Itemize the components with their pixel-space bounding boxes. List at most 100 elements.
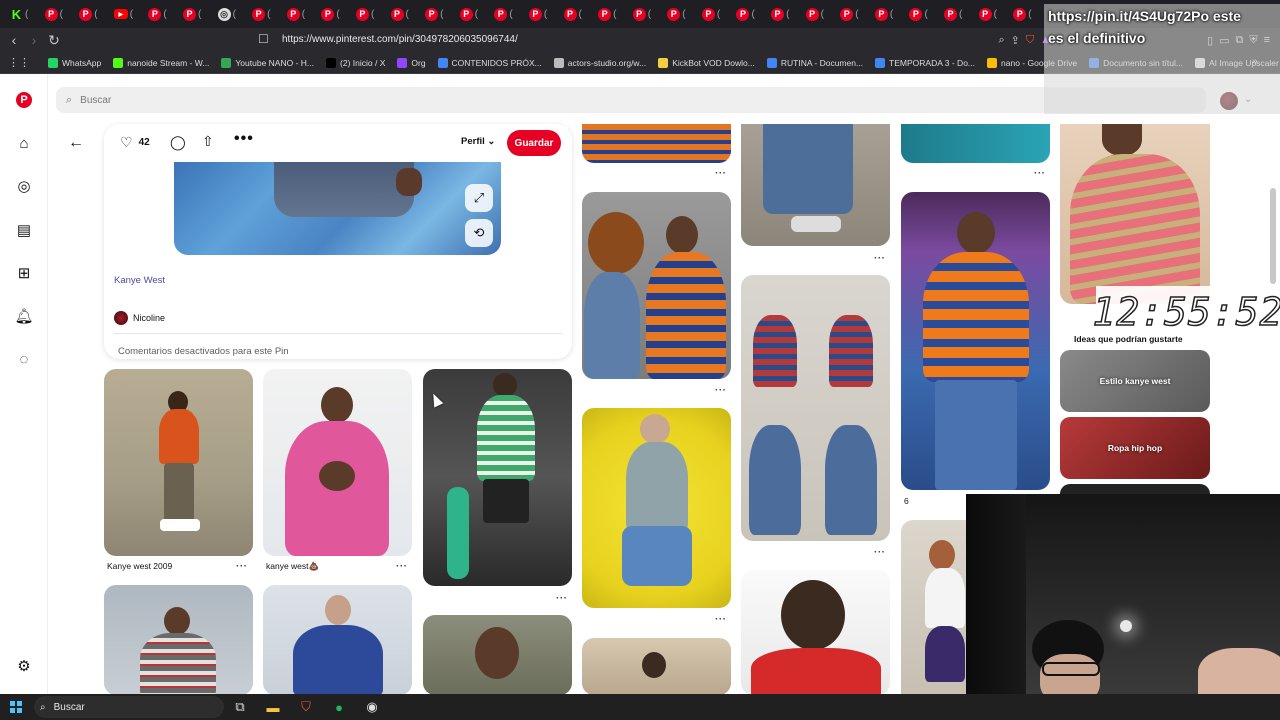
close-icon[interactable]: ( <box>336 9 339 20</box>
close-icon[interactable]: ( <box>544 9 547 20</box>
forward-arrow-icon[interactable]: › <box>24 30 44 50</box>
more-options-icon[interactable]: ··· <box>715 385 727 396</box>
browser-tab[interactable]: P( <box>75 3 110 25</box>
visual-search-icon[interactable]: ⟲ <box>465 219 493 247</box>
home-icon[interactable]: ⌂ <box>14 133 34 153</box>
close-icon[interactable]: ( <box>613 9 616 20</box>
spotify-icon[interactable]: ● <box>330 698 348 716</box>
share-icon[interactable]: ⇪ <box>1011 34 1020 47</box>
close-icon[interactable]: ( <box>855 9 858 20</box>
bookmark-item[interactable]: Org <box>391 57 431 68</box>
share-upload-icon[interactable]: ⇧ <box>202 133 214 150</box>
bookmark-item[interactable]: RUTINA - Documen... <box>761 57 869 68</box>
brave-shield-icon[interactable]: ⛉ <box>1026 34 1034 47</box>
bookmark-item[interactable]: CONTENIDOS PRÓX... <box>432 57 548 68</box>
browser-tab[interactable]: P( <box>456 3 491 25</box>
pin-card-red-puffer[interactable] <box>741 570 890 695</box>
close-icon[interactable]: ( <box>233 9 236 20</box>
pin-card-overalls-collage[interactable] <box>741 275 890 541</box>
pin-creator[interactable]: Nicoline <box>114 311 165 325</box>
browser-tab[interactable]: ▶( <box>110 3 145 25</box>
back-arrow-icon[interactable]: ‹ <box>4 30 24 50</box>
task-view-icon[interactable]: ⧉ <box>231 698 249 716</box>
browser-tab[interactable]: P( <box>871 3 906 25</box>
pin-card-girl[interactable] <box>901 520 971 695</box>
more-options-icon[interactable]: ··· <box>715 168 727 179</box>
browser-tab[interactable]: P( <box>940 3 975 25</box>
create-icon[interactable]: ⊞ <box>14 263 34 283</box>
browser-tab[interactable]: P( <box>594 3 629 25</box>
zoom-icon[interactable]: ⌕ <box>998 34 1004 47</box>
browser-tab[interactable]: P( <box>144 3 179 25</box>
more-options-icon[interactable]: ··· <box>874 547 886 558</box>
messages-icon[interactable]: ◌ <box>14 349 34 369</box>
explore-icon[interactable]: ◎ <box>14 176 34 196</box>
close-icon[interactable]: ( <box>302 9 305 20</box>
pin-card-jeans-sneakers[interactable] <box>741 124 890 246</box>
bookmark-item[interactable]: KickBot VOD Dowlo... <box>652 57 761 68</box>
brave-browser-icon[interactable]: ⛉ <box>297 698 315 716</box>
notifications-bell-icon[interactable]: 🔔︎ <box>14 306 34 326</box>
browser-tab[interactable]: P( <box>1009 3 1044 25</box>
board-selector[interactable]: Perfil ⌄ <box>461 136 495 147</box>
close-icon[interactable]: ( <box>60 9 63 20</box>
browser-tab[interactable]: P( <box>387 3 422 25</box>
more-options-icon[interactable]: ••• <box>234 130 254 148</box>
browser-tab[interactable]: K( <box>6 3 41 25</box>
obs-icon[interactable]: ◉ <box>363 698 381 716</box>
pin-card-portrait[interactable] <box>423 615 572 695</box>
close-icon[interactable]: ( <box>786 9 789 20</box>
browser-tab[interactable]: P( <box>905 3 940 25</box>
apps-grid-icon[interactable]: ⋮⋮ <box>8 56 30 69</box>
like-button[interactable]: ♡ 42 <box>120 134 150 151</box>
close-icon[interactable]: ( <box>475 9 478 20</box>
boards-icon[interactable]: ▤ <box>14 220 34 240</box>
search-input[interactable]: ⌕ Buscar <box>56 87 1206 113</box>
pin-card-kanye-pink[interactable] <box>263 369 412 556</box>
page-scrollbar[interactable] <box>1270 188 1276 284</box>
close-icon[interactable]: ( <box>406 9 409 20</box>
bookmark-item[interactable]: nanoide Stream - W... <box>107 57 215 68</box>
browser-tab[interactable]: P( <box>352 3 387 25</box>
close-icon[interactable]: ( <box>163 9 166 20</box>
address-bar[interactable]: https://www.pinterest.com/pin/3049782060… <box>282 28 518 52</box>
browser-tab[interactable]: P( <box>560 3 595 25</box>
file-explorer-icon[interactable]: ▬ <box>264 698 282 716</box>
close-icon[interactable]: ( <box>890 9 893 20</box>
browser-tab[interactable]: P( <box>525 3 560 25</box>
browser-tab[interactable]: P( <box>836 3 871 25</box>
comment-icon[interactable]: ◯ <box>170 134 186 151</box>
expand-icon[interactable]: ⤢ <box>465 184 493 212</box>
pin-card-yellow-lying[interactable] <box>582 408 731 608</box>
pin-card-blue-hoodie[interactable] <box>263 585 412 695</box>
close-icon[interactable]: ( <box>509 9 512 20</box>
more-options-icon[interactable]: ··· <box>236 561 248 572</box>
bookmark-item[interactable]: Youtube NANO - H... <box>215 57 320 68</box>
pinterest-logo-icon[interactable]: P <box>14 90 34 110</box>
bookmark-item[interactable]: actors-studio.org/w... <box>548 57 652 68</box>
close-icon[interactable]: ( <box>751 9 754 20</box>
reload-icon[interactable]: ↻ <box>44 30 64 50</box>
close-icon[interactable]: ( <box>267 9 270 20</box>
browser-tab[interactable]: P( <box>490 3 525 25</box>
bookmark-item[interactable]: TEMPORADA 3 - Do... <box>869 57 981 68</box>
idea-card-ropa-hip-hop[interactable]: Ropa hip hop <box>1060 417 1210 479</box>
browser-tab[interactable]: P( <box>421 3 456 25</box>
pin-card-group-photo[interactable] <box>582 638 731 695</box>
pin-main-image[interactable]: ⤢ ⟲ <box>174 162 501 255</box>
close-icon[interactable]: ( <box>579 9 582 20</box>
pin-card-orange-top[interactable] <box>582 124 731 163</box>
save-button[interactable]: Guardar <box>507 130 561 156</box>
more-options-icon[interactable]: ··· <box>715 614 727 625</box>
browser-tab[interactable]: P( <box>629 3 664 25</box>
close-icon[interactable]: ( <box>440 9 443 20</box>
browser-tab[interactable]: P( <box>732 3 767 25</box>
browser-tab[interactable]: P( <box>317 3 352 25</box>
close-icon[interactable]: ( <box>25 9 28 20</box>
close-icon[interactable]: ( <box>682 9 685 20</box>
idea-card-more[interactable] <box>1060 484 1210 494</box>
close-icon[interactable]: ( <box>1028 9 1031 20</box>
more-options-icon[interactable]: ··· <box>396 561 408 572</box>
close-icon[interactable]: ( <box>371 9 374 20</box>
close-icon[interactable]: ( <box>959 9 962 20</box>
